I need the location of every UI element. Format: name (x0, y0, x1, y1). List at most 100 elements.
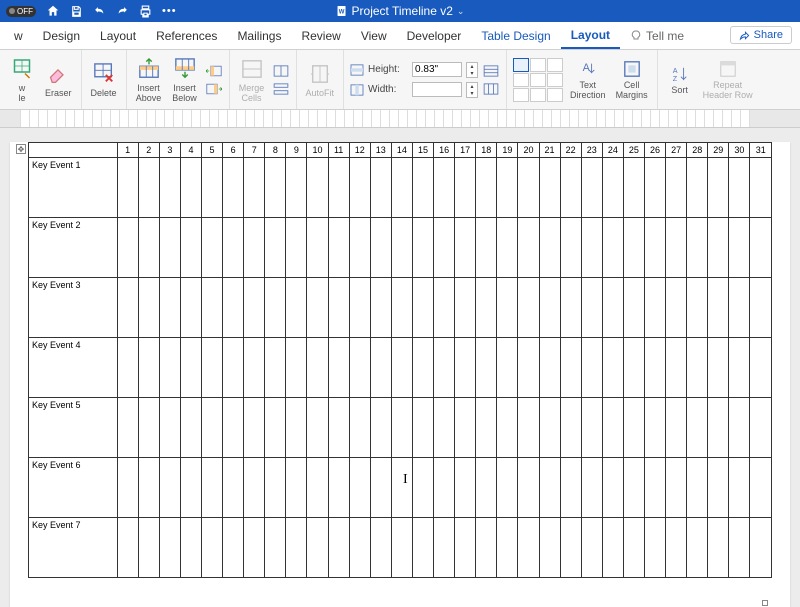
day-cell[interactable] (666, 518, 687, 578)
day-cell[interactable] (623, 398, 644, 458)
tell-me[interactable]: Tell me (620, 22, 694, 49)
day-cell[interactable] (602, 338, 623, 398)
day-header[interactable]: 3 (159, 143, 180, 158)
day-header[interactable]: 20 (518, 143, 539, 158)
split-cells-button[interactable] (272, 63, 290, 79)
day-header[interactable]: 15 (412, 143, 433, 158)
day-cell[interactable] (560, 278, 581, 338)
day-cell[interactable] (244, 518, 265, 578)
day-cell[interactable] (518, 458, 539, 518)
day-cell[interactable] (117, 158, 138, 218)
day-header[interactable]: 14 (391, 143, 412, 158)
day-header[interactable]: 4 (180, 143, 201, 158)
day-cell[interactable] (581, 518, 602, 578)
day-cell[interactable] (708, 458, 729, 518)
day-header[interactable]: 12 (349, 143, 370, 158)
day-cell[interactable] (497, 338, 518, 398)
print-icon[interactable] (139, 5, 152, 18)
width-input[interactable] (412, 82, 462, 97)
day-cell[interactable] (518, 278, 539, 338)
day-cell[interactable] (349, 458, 370, 518)
day-cell[interactable] (265, 338, 286, 398)
day-cell[interactable] (434, 278, 455, 338)
corner-cell[interactable] (29, 143, 118, 158)
day-cell[interactable] (202, 158, 223, 218)
day-cell[interactable] (244, 278, 265, 338)
day-header[interactable]: 25 (623, 143, 644, 158)
day-cell[interactable] (476, 338, 497, 398)
table-resize-handle[interactable] (762, 600, 768, 606)
day-cell[interactable] (349, 338, 370, 398)
day-cell[interactable] (180, 398, 201, 458)
day-cell[interactable] (307, 458, 328, 518)
day-cell[interactable] (412, 458, 433, 518)
day-cell[interactable] (750, 278, 772, 338)
day-cell[interactable] (623, 518, 644, 578)
day-cell[interactable] (391, 398, 412, 458)
insert-below-button[interactable]: Insert Below (169, 54, 201, 106)
autofit-button[interactable]: AutoFit (303, 59, 338, 101)
tab-design[interactable]: Design (33, 22, 90, 49)
day-cell[interactable] (750, 338, 772, 398)
tab-view[interactable]: View (351, 22, 397, 49)
day-cell[interactable] (687, 218, 708, 278)
day-cell[interactable] (729, 338, 750, 398)
day-cell[interactable] (539, 278, 560, 338)
day-cell[interactable] (159, 398, 180, 458)
day-cell[interactable] (202, 278, 223, 338)
day-header[interactable]: 7 (244, 143, 265, 158)
day-header[interactable]: 31 (750, 143, 772, 158)
day-cell[interactable] (244, 338, 265, 398)
day-cell[interactable] (518, 398, 539, 458)
day-cell[interactable] (159, 518, 180, 578)
day-cell[interactable] (244, 398, 265, 458)
day-cell[interactable] (349, 398, 370, 458)
day-cell[interactable] (286, 218, 307, 278)
table-row[interactable]: Key Event 5 (29, 398, 772, 458)
day-cell[interactable] (666, 218, 687, 278)
day-header[interactable]: 23 (581, 143, 602, 158)
day-cell[interactable] (602, 218, 623, 278)
day-cell[interactable] (265, 278, 286, 338)
day-cell[interactable] (687, 158, 708, 218)
table-row[interactable]: Key Event 2 (29, 218, 772, 278)
row-label-cell[interactable]: Key Event 3 (29, 278, 118, 338)
day-cell[interactable] (581, 338, 602, 398)
day-cell[interactable] (539, 218, 560, 278)
day-cell[interactable] (644, 458, 665, 518)
day-cell[interactable] (729, 218, 750, 278)
day-cell[interactable] (328, 218, 349, 278)
day-cell[interactable] (180, 458, 201, 518)
day-cell[interactable] (644, 158, 665, 218)
day-cell[interactable] (328, 338, 349, 398)
day-cell[interactable] (391, 518, 412, 578)
day-header[interactable]: 11 (328, 143, 349, 158)
tab-table-layout[interactable]: Layout (561, 22, 620, 49)
day-cell[interactable] (117, 338, 138, 398)
day-cell[interactable] (370, 398, 391, 458)
day-header[interactable]: 9 (286, 143, 307, 158)
day-cell[interactable] (223, 338, 244, 398)
day-cell[interactable] (708, 218, 729, 278)
day-cell[interactable] (708, 518, 729, 578)
day-cell[interactable] (138, 338, 159, 398)
day-cell[interactable] (708, 158, 729, 218)
day-cell[interactable] (412, 218, 433, 278)
day-cell[interactable] (476, 458, 497, 518)
repeat-header-button[interactable]: Repeat Header Row (700, 57, 756, 103)
day-cell[interactable] (117, 218, 138, 278)
day-cell[interactable] (518, 518, 539, 578)
day-cell[interactable] (370, 458, 391, 518)
day-cell[interactable] (223, 278, 244, 338)
day-cell[interactable] (729, 158, 750, 218)
day-header[interactable]: 26 (644, 143, 665, 158)
timeline-table[interactable]: 1234567891011121314151617181920212223242… (28, 142, 772, 578)
day-header[interactable]: 2 (138, 143, 159, 158)
day-cell[interactable] (286, 518, 307, 578)
day-cell[interactable] (307, 158, 328, 218)
day-cell[interactable] (265, 398, 286, 458)
day-cell[interactable] (244, 458, 265, 518)
day-cell[interactable] (223, 398, 244, 458)
document-title[interactable]: W Project Timeline v2 ⌄ (336, 4, 465, 18)
day-cell[interactable] (644, 278, 665, 338)
